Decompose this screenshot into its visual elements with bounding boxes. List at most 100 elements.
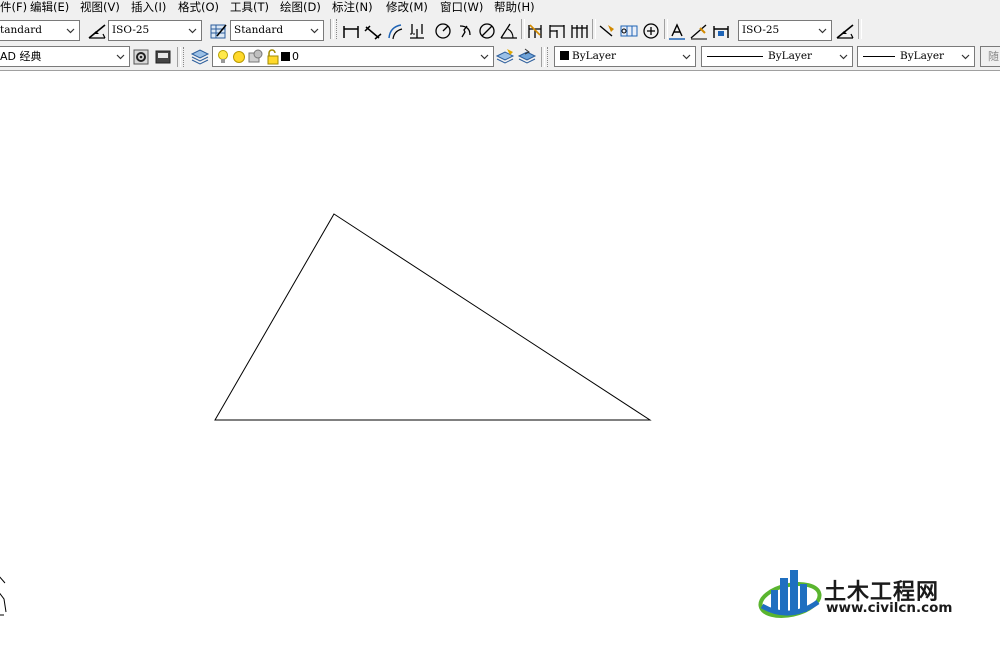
save-workspace-button[interactable]: [152, 46, 174, 68]
menu-dimension[interactable]: 标注(N): [332, 0, 373, 16]
dimension-update-icon: [713, 26, 729, 38]
drawing-canvas[interactable]: [0, 71, 1000, 657]
menu-insert[interactable]: 插入(I): [131, 0, 166, 16]
quick-leader-button[interactable]: [596, 20, 618, 42]
chevron-down-icon: [310, 28, 319, 34]
continue-dimension-button[interactable]: [568, 20, 590, 42]
menu-edit[interactable]: 编辑(E): [30, 0, 69, 16]
dimension-update-button[interactable]: [710, 20, 732, 42]
ordinate-dimension-button[interactable]: [406, 20, 428, 42]
linetype-sample-line: [707, 56, 763, 57]
dimension-style-select[interactable]: ISO-25: [108, 20, 202, 41]
civilcn-logo: [758, 570, 822, 618]
center-mark-button[interactable]: [640, 20, 662, 42]
gear-icon: [133, 49, 149, 65]
linear-dimension-button[interactable]: [340, 20, 362, 42]
jogged-dimension-icon: [459, 25, 471, 38]
radius-dimension-button[interactable]: [432, 20, 454, 42]
workspace-select[interactable]: AD 经典: [0, 46, 130, 67]
angular-dimension-button[interactable]: [498, 20, 520, 42]
menu-help[interactable]: 帮助(H): [494, 0, 535, 16]
arc-length-button[interactable]: [384, 20, 406, 42]
layer-name-value: 0: [292, 50, 299, 63]
toolbar-separator: [541, 47, 545, 67]
aligned-dimension-button[interactable]: [362, 20, 384, 42]
color-swatch: [560, 50, 569, 60]
chevron-down-icon: [188, 28, 197, 34]
layer-select[interactable]: 0: [212, 46, 494, 67]
dimension-text-edit-icon: [690, 24, 707, 40]
lineweight-control-value: ByLayer: [900, 50, 945, 62]
table-style-value: Standard: [234, 24, 284, 36]
plot-style-control-value: 随: [988, 50, 999, 63]
table-style-manager-button[interactable]: [207, 20, 229, 42]
toolbar-grip[interactable]: [183, 47, 187, 67]
menu-bar: 件(F) 编辑(E) 视图(V) 插入(I) 格式(O) 工具(T) 绘图(D)…: [0, 0, 1000, 16]
ordinate-dimension-icon: [410, 24, 424, 39]
diameter-dimension-button[interactable]: [476, 20, 498, 42]
lightbulb-on-icon: [218, 50, 228, 63]
workspace-save-icon: [155, 50, 171, 64]
workspace-settings-button[interactable]: [130, 46, 152, 68]
center-mark-icon: [643, 23, 659, 39]
dimension-edit-button[interactable]: [666, 20, 688, 42]
dimension-style-control[interactable]: ISO-25: [738, 20, 832, 41]
quick-dimension-icon: [528, 24, 542, 38]
toolbar-separator: [858, 19, 862, 39]
jogged-dimension-button[interactable]: [454, 20, 476, 42]
lineweight-control-select[interactable]: ByLayer: [857, 46, 975, 67]
dimension-style-icon: [836, 24, 854, 39]
sun-thawed-icon: [233, 51, 245, 63]
viewport-freeze-icon: [248, 49, 263, 63]
text-style-manager-button[interactable]: [86, 20, 108, 42]
table-style-select[interactable]: Standard: [230, 20, 324, 41]
arc-length-icon: [388, 24, 403, 40]
layer-properties-button[interactable]: [189, 46, 211, 68]
layer-stack-icon: [190, 49, 210, 65]
make-object-layer-current-button[interactable]: [494, 46, 516, 68]
layer-previous-icon: [517, 48, 537, 64]
layer-current-icon: [495, 49, 515, 64]
menu-tools[interactable]: 工具(T): [230, 0, 269, 16]
triangle-shape[interactable]: [214, 213, 652, 421]
dimension-style-value: ISO-25: [112, 24, 150, 36]
toolbar-row-styles-dimension: tandard ISO-25 Standard ISO-25: [0, 16, 1000, 44]
menu-file[interactable]: 件(F): [0, 0, 27, 16]
text-style-icon: [88, 24, 106, 39]
layer-color-swatch: [281, 52, 290, 61]
baseline-dimension-button[interactable]: [546, 20, 568, 42]
menu-view[interactable]: 视图(V): [80, 0, 120, 16]
leader-icon: [599, 25, 614, 37]
color-control-value: ByLayer: [572, 50, 617, 62]
radius-dimension-icon: [435, 23, 451, 39]
table-style-icon: [210, 24, 227, 39]
color-control-select[interactable]: ByLayer: [554, 46, 696, 67]
quick-dimension-button[interactable]: [524, 20, 546, 42]
chevron-down-icon: [839, 54, 848, 60]
diameter-dimension-icon: [479, 23, 495, 39]
workspace-value: AD 经典: [0, 50, 42, 63]
dimension-style-button[interactable]: [834, 20, 856, 42]
menu-format[interactable]: 格式(O): [178, 0, 219, 16]
lock-open-icon: [267, 49, 279, 65]
text-style-value: tandard: [0, 24, 42, 36]
plot-style-control-select[interactable]: 随: [980, 46, 1000, 67]
linetype-control-select[interactable]: ByLayer: [701, 46, 853, 67]
dimension-text-edit-button[interactable]: [688, 20, 710, 42]
layer-previous-button[interactable]: [516, 46, 538, 68]
toolbar-grip[interactable]: [547, 47, 551, 67]
chevron-down-icon: [682, 54, 691, 60]
menu-draw[interactable]: 绘图(D): [280, 0, 321, 16]
baseline-dimension-icon: [549, 25, 565, 38]
menu-modify[interactable]: 修改(M): [386, 0, 428, 16]
aligned-dimension-icon: [364, 25, 382, 40]
watermark-url: www.civilcn.com: [826, 600, 953, 616]
text-style-select[interactable]: tandard: [0, 20, 80, 41]
angular-dimension-icon: [500, 23, 517, 39]
menu-window[interactable]: 窗口(W): [440, 0, 483, 16]
toolbar-separator: [177, 47, 181, 67]
tolerance-button[interactable]: [618, 20, 640, 42]
toolbar-separator: [330, 19, 334, 39]
chevron-down-icon: [961, 54, 970, 60]
lineweight-sample-line: [863, 56, 895, 57]
